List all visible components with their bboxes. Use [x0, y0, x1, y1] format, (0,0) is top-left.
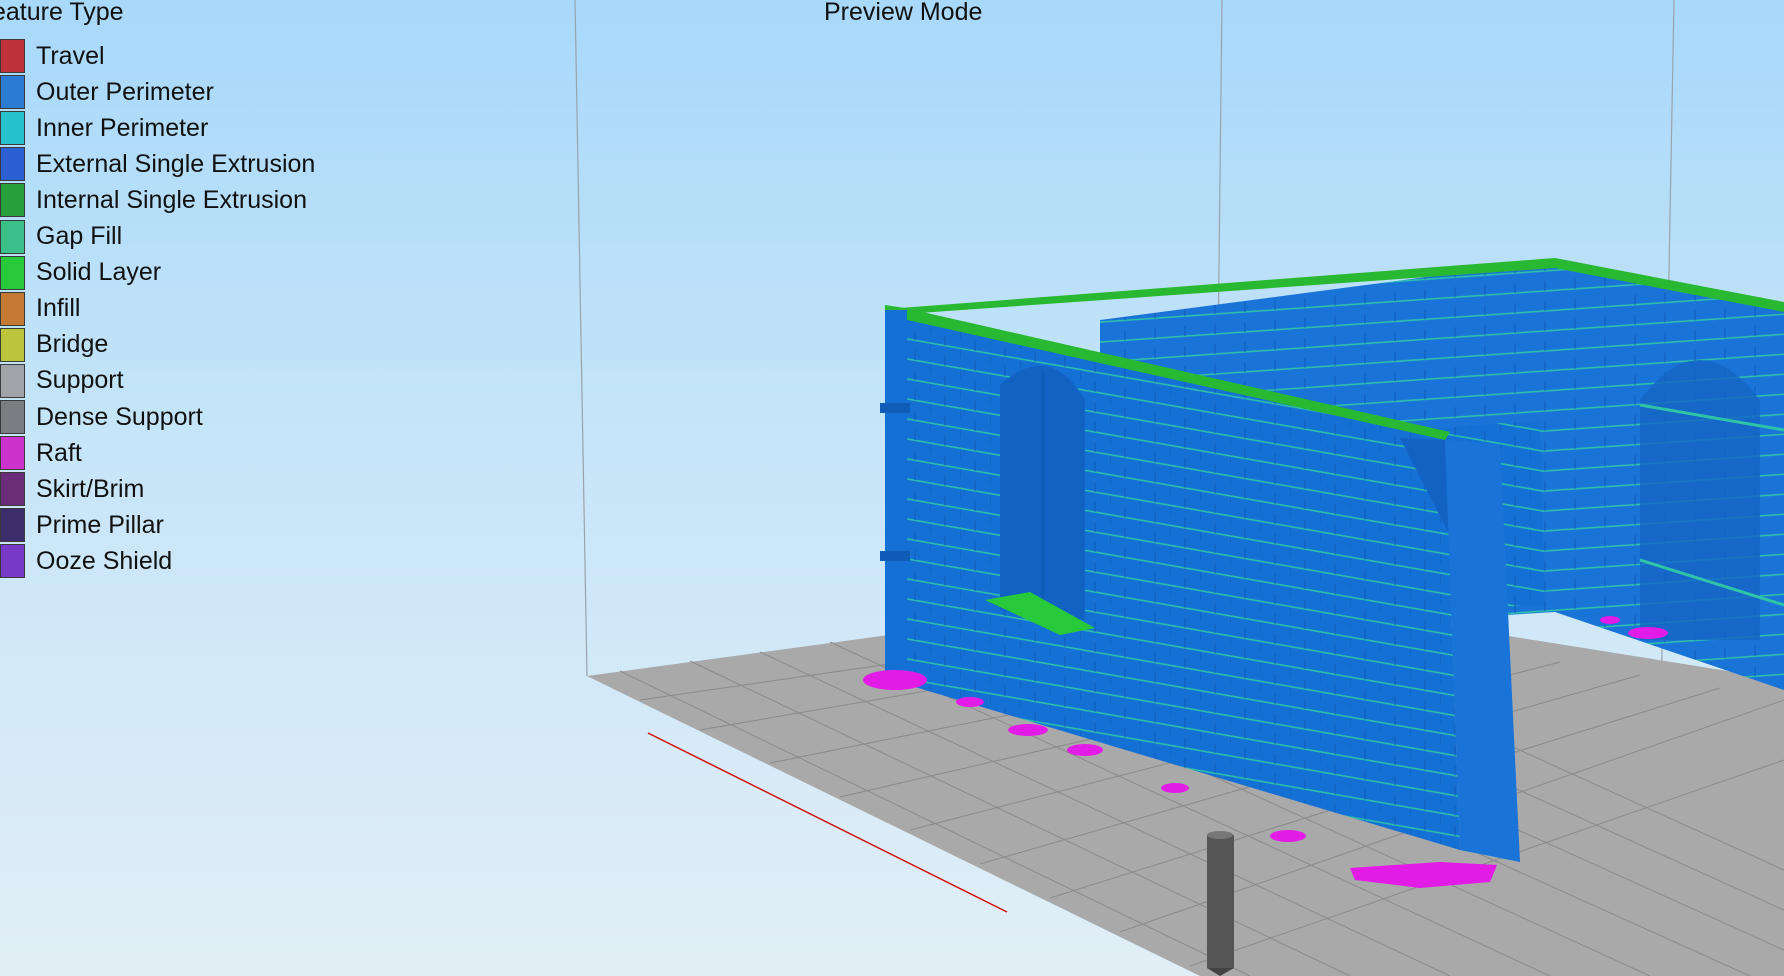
legend-item: Raft: [0, 435, 82, 471]
legend-item: Infill: [0, 291, 80, 327]
legend-item: Support: [0, 363, 124, 399]
legend-swatch: [0, 183, 25, 218]
corner-pillar: [885, 310, 907, 675]
legend-item: Prime Pillar: [0, 507, 164, 543]
legend-item: Skirt/Brim: [0, 471, 144, 507]
legend-label: Support: [36, 366, 124, 395]
legend-swatch: [0, 436, 25, 471]
legend-label: Solid Layer: [36, 258, 162, 287]
legend-swatch: [0, 400, 25, 434]
legend-swatch: [0, 472, 25, 507]
legend-title: eature Type: [0, 0, 124, 26]
legend-swatch: [0, 39, 25, 73]
legend-label: Ooze Shield: [36, 546, 173, 575]
legend-label: Travel: [36, 41, 105, 70]
legend-label: Internal Single Extrusion: [36, 185, 307, 214]
legend-label: Gap Fill: [36, 222, 123, 250]
legend-label: Outer Perimeter: [36, 77, 214, 106]
legend-swatch: [0, 327, 25, 362]
legend-swatch: [0, 75, 25, 110]
legend-swatch: [0, 219, 25, 254]
legend-item: Internal Single Extrusion: [0, 182, 307, 218]
legend-item: External Single Extrusion: [0, 146, 315, 182]
legend-swatch: [0, 544, 25, 579]
legend-swatch: [0, 508, 25, 543]
legend-swatch: [0, 255, 25, 290]
legend-label: Raft: [36, 438, 82, 467]
legend-label: Inner Perimeter: [36, 113, 209, 142]
legend-item: Outer Perimeter: [0, 74, 214, 110]
legend-item: Bridge: [0, 327, 108, 363]
legend-label: Infill: [36, 294, 81, 323]
legend-item: Inner Perimeter: [0, 110, 208, 146]
legend-swatch: [0, 147, 25, 182]
legend-item: Ooze Shield: [0, 543, 172, 579]
legend-label: Dense Support: [36, 402, 203, 431]
arch-window-right: [1640, 360, 1760, 640]
legend-item: Dense Support: [0, 399, 203, 435]
legend-swatch: [0, 111, 25, 146]
legend-item: Travel: [0, 38, 105, 74]
legend-swatch: [0, 363, 25, 398]
legend-item: Solid Layer: [0, 255, 161, 291]
view-mode-title: Preview Mode: [824, 0, 983, 26]
nozzle-icon: [1207, 831, 1234, 976]
legend-label: Skirt/Brim: [36, 474, 145, 503]
legend-label: Bridge: [36, 330, 109, 359]
legend-swatch: [0, 291, 25, 326]
legend-label: External Single Extrusion: [36, 149, 316, 178]
legend-label: Prime Pillar: [36, 510, 164, 539]
legend-item: Gap Fill: [0, 219, 122, 255]
